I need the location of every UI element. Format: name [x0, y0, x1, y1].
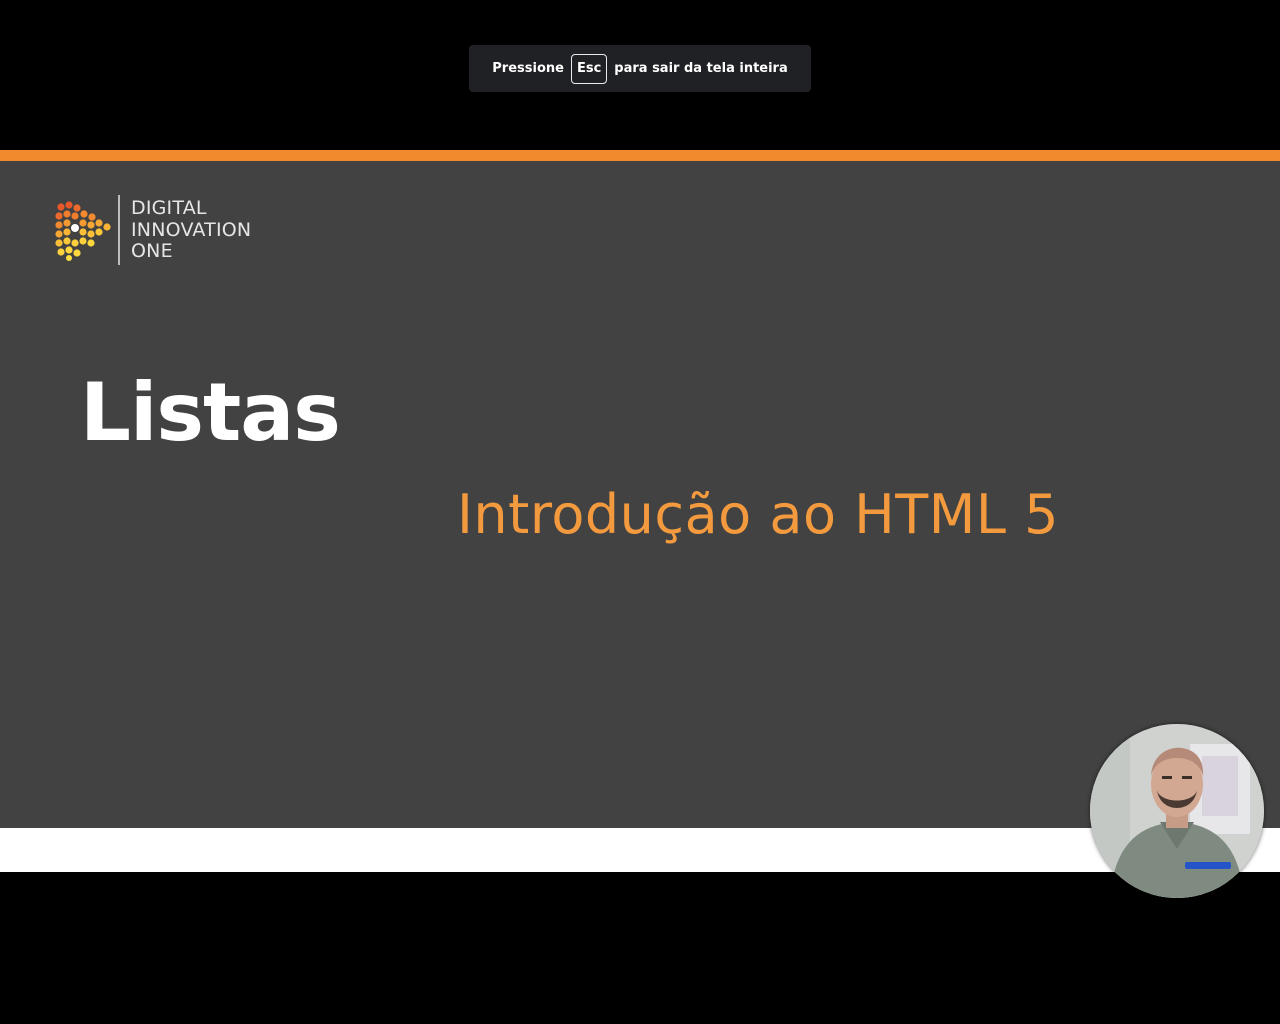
- presentation-slide: DIGITAL INNOVATION ONE Listas Introdução…: [0, 161, 1280, 828]
- logo-line-2: INNOVATION: [131, 218, 252, 241]
- slide-top-accent-bar: [0, 150, 1280, 161]
- logo-wordmark: DIGITAL INNOVATION ONE: [131, 197, 252, 263]
- play-dots-logo-icon: [55, 201, 111, 261]
- presenter-webcam-bubble: [1090, 724, 1264, 898]
- presenter-webcam-icon: [1090, 724, 1264, 898]
- fullscreen-notice-suffix: para sair da tela inteira: [614, 61, 788, 76]
- logo-divider: [118, 195, 120, 265]
- video-player[interactable]: DIGITAL INNOVATION ONE Listas Introdução…: [0, 150, 1280, 872]
- slide-subtitle: Introdução ao HTML 5: [457, 483, 1059, 546]
- slide-title: Listas: [80, 366, 341, 459]
- digital-innovation-one-logo: DIGITAL INNOVATION ONE: [55, 193, 285, 268]
- logo-line-1: DIGITAL: [131, 197, 207, 219]
- slide-bottom-band: [0, 828, 1280, 872]
- fullscreen-notice-prefix: Pressione: [492, 61, 564, 76]
- esc-key-badge: Esc: [570, 53, 608, 84]
- logo-line-3: ONE: [131, 240, 173, 262]
- fullscreen-exit-notice: Pressione Esc para sair da tela inteira: [469, 45, 811, 92]
